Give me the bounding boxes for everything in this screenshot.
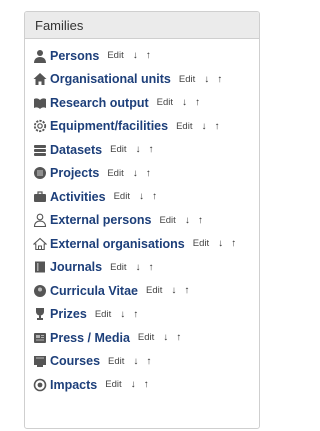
edit-link[interactable]: Edit [193, 238, 209, 249]
move-down-button[interactable]: ↓ [135, 262, 140, 273]
edit-link[interactable]: Edit [159, 215, 175, 226]
move-up-button[interactable]: ↑ [195, 97, 200, 108]
family-row: Datasets Edit ↓ ↑ [25, 138, 259, 162]
gear-icon [33, 119, 47, 133]
family-row: Projects Edit ↓ ↑ [25, 162, 259, 186]
edit-link[interactable]: Edit [179, 74, 195, 85]
move-up-button[interactable]: ↑ [231, 238, 236, 249]
move-up-button[interactable]: ↑ [149, 144, 154, 155]
edit-link[interactable]: Edit [110, 144, 126, 155]
course-icon [33, 354, 47, 368]
family-link[interactable]: Prizes [50, 307, 87, 321]
move-down-button[interactable]: ↓ [182, 97, 187, 108]
journal-icon [33, 260, 47, 274]
family-row: Journals Edit ↓ ↑ [25, 256, 259, 280]
family-link[interactable]: Organisational units [50, 72, 171, 86]
move-down-button[interactable]: ↓ [139, 191, 144, 202]
family-row: Research output Edit ↓ ↑ [25, 91, 259, 115]
move-up-button[interactable]: ↑ [184, 285, 189, 296]
cv-icon [33, 284, 47, 298]
family-row: Prizes Edit ↓ ↑ [25, 303, 259, 327]
family-link[interactable]: External persons [50, 213, 151, 227]
trophy-icon [33, 307, 47, 321]
move-up-button[interactable]: ↑ [198, 215, 203, 226]
move-up-button[interactable]: ↑ [146, 168, 151, 179]
family-row: Persons Edit ↓ ↑ [25, 44, 259, 68]
move-up-button[interactable]: ↑ [146, 50, 151, 61]
family-row: Courses Edit ↓ ↑ [25, 350, 259, 374]
families-panel: Families Persons Edit ↓ ↑ Organisational uni… [24, 11, 260, 429]
move-down-button[interactable]: ↓ [120, 309, 125, 320]
family-link[interactable]: Activities [50, 190, 106, 204]
move-down-button[interactable]: ↓ [201, 121, 206, 132]
edit-link[interactable]: Edit [108, 356, 124, 367]
move-up-button[interactable]: ↑ [176, 332, 181, 343]
move-up-button[interactable]: ↑ [148, 262, 153, 273]
family-row: External persons Edit ↓ ↑ [25, 209, 259, 233]
family-link[interactable]: Persons [50, 49, 99, 63]
edit-link[interactable]: Edit [95, 309, 111, 320]
move-down-button[interactable]: ↓ [133, 356, 138, 367]
family-link[interactable]: Research output [50, 96, 149, 110]
move-up-button[interactable]: ↑ [217, 74, 222, 85]
move-up-button[interactable]: ↑ [146, 356, 151, 367]
family-row: Activities Edit ↓ ↑ [25, 185, 259, 209]
family-link[interactable]: Projects [50, 166, 99, 180]
database-icon [33, 143, 47, 157]
move-down-button[interactable]: ↓ [133, 168, 138, 179]
edit-link[interactable]: Edit [176, 121, 192, 132]
family-link[interactable]: Press / Media [50, 331, 130, 345]
move-down-button[interactable]: ↓ [218, 238, 223, 249]
move-down-button[interactable]: ↓ [133, 50, 138, 61]
family-row: Equipment/facilities Edit ↓ ↑ [25, 115, 259, 139]
edit-link[interactable]: Edit [107, 168, 123, 179]
person-icon [33, 49, 47, 63]
move-down-button[interactable]: ↓ [136, 144, 141, 155]
family-row: Organisational units Edit ↓ ↑ [25, 68, 259, 92]
families-list: Persons Edit ↓ ↑ Organisational units Edit ↓ ↑ R… [25, 39, 259, 397]
family-link[interactable]: Equipment/facilities [50, 119, 168, 133]
edit-link[interactable]: Edit [138, 332, 154, 343]
media-icon [33, 331, 47, 345]
family-link[interactable]: External organisations [50, 237, 185, 251]
family-link[interactable]: Curricula Vitae [50, 284, 138, 298]
move-up-button[interactable]: ↑ [152, 191, 157, 202]
move-up-button[interactable]: ↑ [133, 309, 138, 320]
family-link[interactable]: Journals [50, 260, 102, 274]
family-row: Press / Media Edit ↓ ↑ [25, 326, 259, 350]
move-up-button[interactable]: ↑ [214, 121, 219, 132]
briefcase-icon [33, 190, 47, 204]
edit-link[interactable]: Edit [146, 285, 162, 296]
move-down-button[interactable]: ↓ [185, 215, 190, 226]
edit-link[interactable]: Edit [157, 97, 173, 108]
family-link[interactable]: Courses [50, 354, 100, 368]
edit-link[interactable]: Edit [110, 262, 126, 273]
move-down-button[interactable]: ↓ [171, 285, 176, 296]
family-row: External organisations Edit ↓ ↑ [25, 232, 259, 256]
family-row: Curricula Vitae Edit ↓ ↑ [25, 279, 259, 303]
organisation-icon [33, 72, 47, 86]
move-up-button[interactable]: ↑ [144, 379, 149, 390]
edit-link[interactable]: Edit [114, 191, 130, 202]
family-link[interactable]: Datasets [50, 143, 102, 157]
family-link[interactable]: Impacts [50, 378, 97, 392]
book-icon [33, 96, 47, 110]
family-row: Impacts Edit ↓ ↑ [25, 373, 259, 397]
edit-link[interactable]: Edit [107, 50, 123, 61]
external-organisation-icon [33, 237, 47, 251]
project-icon [33, 166, 47, 180]
move-down-button[interactable]: ↓ [131, 379, 136, 390]
external-person-icon [33, 213, 47, 228]
edit-link[interactable]: Edit [105, 379, 121, 390]
move-down-button[interactable]: ↓ [163, 332, 168, 343]
panel-title: Families [25, 12, 259, 39]
move-down-button[interactable]: ↓ [204, 74, 209, 85]
impact-icon [33, 378, 47, 392]
